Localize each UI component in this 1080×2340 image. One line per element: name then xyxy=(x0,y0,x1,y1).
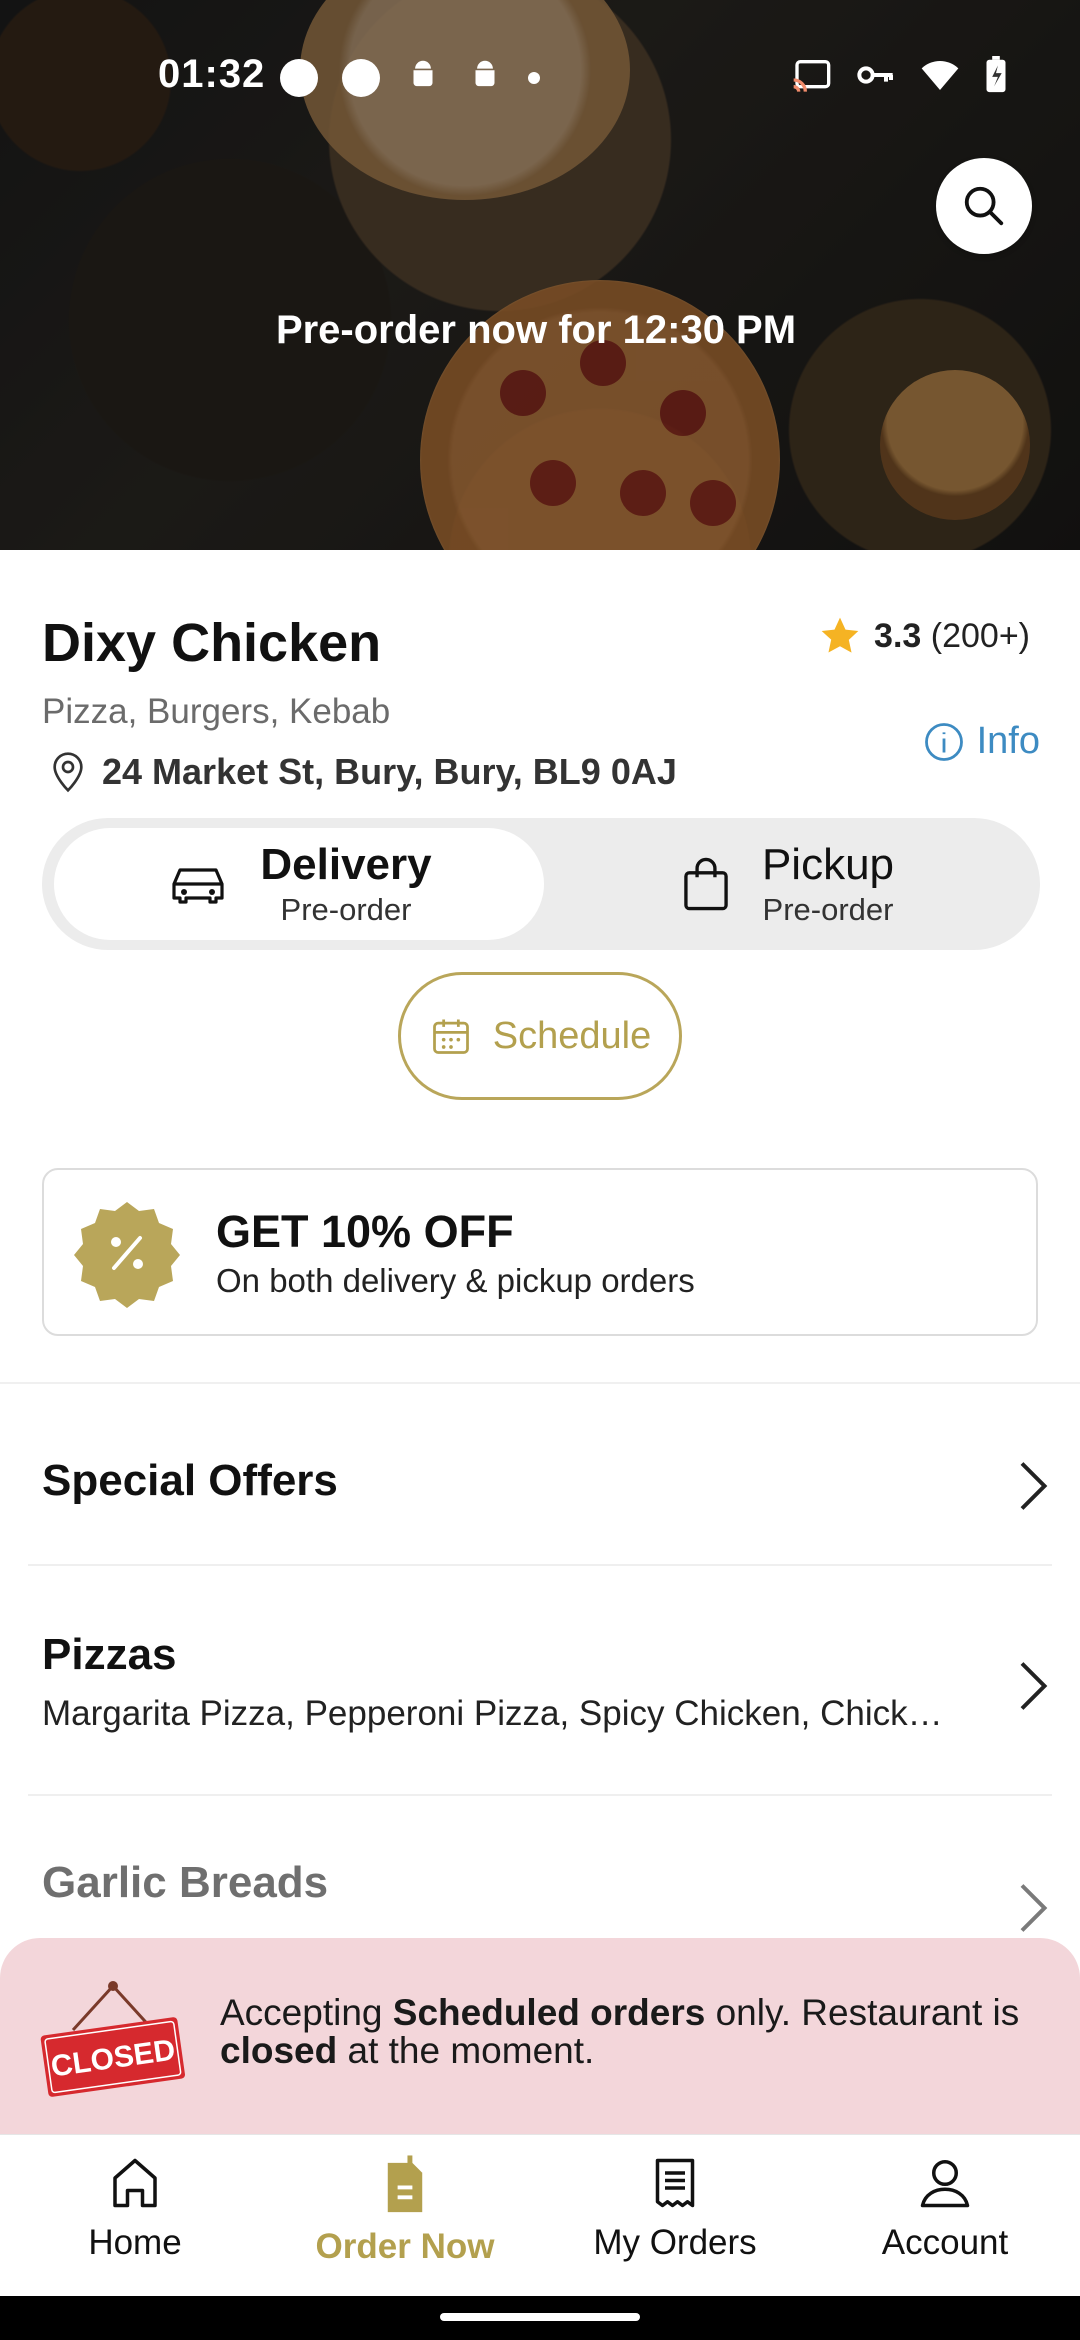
nav-account-label: Account xyxy=(881,2223,1009,2262)
address-text: 24 Market St, Bury, Bury, BL9 0AJ xyxy=(102,751,677,792)
receipt-icon xyxy=(655,2158,695,2208)
more-notifications-dot xyxy=(528,71,540,84)
home-indicator[interactable] xyxy=(440,2313,640,2321)
nav-home[interactable]: Home xyxy=(0,2153,270,2263)
nav-home-label: Home xyxy=(88,2223,182,2262)
address: 24 Market St, Bury, Bury, BL9 0AJ xyxy=(48,750,677,794)
category-special-offers[interactable]: Special Offers xyxy=(28,1456,1052,1536)
chevron-right-icon xyxy=(1020,1662,1048,1710)
rating-count: (200+) xyxy=(930,616,1030,655)
info-link[interactable]: Info xyxy=(923,720,1040,763)
nav-order-now[interactable]: Order Now xyxy=(270,2153,540,2267)
sync-icon xyxy=(342,58,380,97)
system-gesture-bar xyxy=(0,2296,1080,2340)
home-icon xyxy=(113,2158,157,2208)
divider xyxy=(28,1564,1052,1566)
category-pizzas[interactable]: Pizzas Margarita Pizza, Pepperoni Pizza,… xyxy=(28,1630,1052,1750)
promo-subtitle: On both delivery & pickup orders xyxy=(216,1262,695,1299)
search-icon xyxy=(964,186,1004,226)
category-title: Pizzas xyxy=(42,1630,177,1679)
category-title: Special Offers xyxy=(42,1456,338,1505)
rating-value: 3.3 xyxy=(874,616,922,655)
closed-sign-icon: CLOSED xyxy=(40,1981,185,2097)
promo-title: GET 10% OFF xyxy=(216,1206,514,1257)
rating: 3.3 (200+) xyxy=(818,614,1030,658)
android-icon-2 xyxy=(466,56,504,99)
battery-icon xyxy=(984,56,1008,99)
category-garlic-breads[interactable]: Garlic Breads xyxy=(28,1858,1052,1938)
calendar-icon xyxy=(432,1019,469,1054)
search-button[interactable] xyxy=(936,158,1032,254)
cast-icon xyxy=(792,58,832,97)
notification-icon xyxy=(280,58,318,97)
closed-banner: CLOSED Accepting Scheduled orders only. … xyxy=(0,1938,1080,2134)
closed-message: Accepting Scheduled orders only. Restaur… xyxy=(220,1992,1020,2071)
promo-card[interactable]: GET 10% OFF On both delivery & pickup or… xyxy=(42,1168,1038,1336)
pickup-sub: Pre-order xyxy=(762,892,894,927)
info-icon xyxy=(924,722,963,761)
pickup-label: Pickup xyxy=(761,840,895,889)
discount-badge-icon xyxy=(74,1202,180,1308)
bottom-navigation: Home Order Now My Orders Account xyxy=(0,2134,1080,2296)
chevron-right-icon xyxy=(1020,1884,1048,1932)
car-icon xyxy=(172,868,224,904)
divider xyxy=(0,1382,1080,1384)
order-mode-toggle: Delivery Pre-order Pickup Pre-order xyxy=(42,818,1040,950)
nav-my-orders-label: My Orders xyxy=(593,2223,757,2262)
restaurant-name: Dixy Chicken xyxy=(42,613,382,673)
category-description: Margarita Pizza, Pepperoni Pizza, Spicy … xyxy=(42,1694,943,1733)
shopping-bag-icon xyxy=(684,857,728,911)
wifi-icon xyxy=(920,58,960,97)
category-title: Garlic Breads xyxy=(42,1858,329,1907)
divider xyxy=(28,1794,1052,1796)
nav-my-orders[interactable]: My Orders xyxy=(540,2153,810,2263)
nav-order-now-label: Order Now xyxy=(315,2227,495,2266)
delivery-sub: Pre-order xyxy=(280,892,412,927)
nav-account[interactable]: Account xyxy=(810,2153,1080,2263)
preorder-message: Pre-order now for 12:30 PM xyxy=(275,308,797,352)
delivery-label: Delivery xyxy=(260,840,432,889)
order-icon xyxy=(387,2155,423,2213)
pickup-option[interactable]: Pickup Pre-order xyxy=(542,828,1032,940)
status-time: 01:32 xyxy=(158,52,266,96)
vpn-key-icon xyxy=(856,58,896,97)
cuisines: Pizza, Burgers, Kebab xyxy=(42,692,391,731)
status-bar: 01:32 xyxy=(0,0,1080,150)
delivery-option[interactable]: Delivery Pre-order xyxy=(54,828,544,940)
star-icon xyxy=(821,617,859,653)
location-pin-icon xyxy=(53,752,83,793)
person-icon xyxy=(920,2160,970,2208)
chevron-right-icon xyxy=(1020,1462,1048,1510)
schedule-button[interactable]: Schedule xyxy=(398,972,682,1100)
info-label: Info xyxy=(976,720,1040,762)
hero-burger-image xyxy=(880,370,1030,520)
schedule-label: Schedule xyxy=(492,1014,652,1057)
android-icon xyxy=(404,56,442,99)
